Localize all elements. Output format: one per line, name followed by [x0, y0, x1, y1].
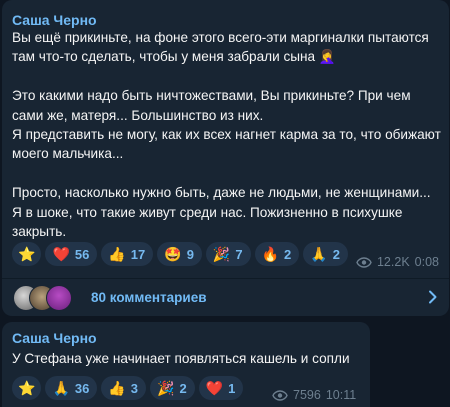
pray-icon: 🙏 — [52, 380, 70, 396]
comments-button[interactable]: 80 комментариев — [2, 279, 449, 316]
thumbs-up-icon: 👍 — [108, 380, 126, 396]
reaction-party[interactable]: 🎉 7 — [205, 242, 251, 266]
views-count: 7596 — [293, 388, 321, 402]
reaction-count: 2 — [179, 380, 187, 396]
chevron-right-icon — [428, 290, 437, 309]
eye-icon — [272, 389, 288, 401]
reaction-count: 7 — [235, 246, 243, 262]
fire-icon: 🔥 — [261, 246, 280, 262]
thumbs-up-icon: 👍 — [108, 246, 126, 262]
star-struck-icon: 🤩 — [164, 246, 182, 262]
message-text: Вы ещё прикиньте, на фоне этого всего-эт… — [12, 30, 441, 240]
views-count: 12.2K — [376, 255, 410, 269]
message-meta: 7596 10:11 — [272, 388, 440, 402]
reaction-party[interactable]: 🎉 2 — [150, 376, 195, 400]
reaction-count: 2 — [284, 246, 292, 262]
eye-icon — [356, 256, 372, 268]
reaction-pray[interactable]: 🙏 36 — [45, 376, 98, 400]
reactions-row: ⭐ 🙏 36 👍 3 🎉 2 ❤️ 1 — [12, 376, 244, 400]
heart-icon: ❤️ — [205, 380, 224, 396]
message-time: 0:08 — [414, 255, 439, 269]
message-text: У Стефана уже начинает появляться кашель… — [12, 351, 350, 366]
reaction-count: 17 — [130, 246, 146, 262]
reaction-star[interactable]: ⭐ — [12, 242, 42, 266]
message-time: 10:11 — [325, 388, 357, 402]
reaction-heart[interactable]: ❤️ 1 — [198, 376, 244, 400]
star-icon: ⭐ — [18, 246, 36, 262]
reaction-count: 36 — [74, 380, 90, 396]
reactions-row: ⭐ ❤️ 56 👍 17 🤩 9 🎉 7 🔥 2 🙏 2 — [12, 242, 348, 266]
author-name[interactable]: Саша Черно — [12, 330, 97, 346]
reaction-count: 56 — [74, 246, 90, 262]
reaction-count: 2 — [332, 246, 340, 262]
reaction-fire[interactable]: 🔥 2 — [254, 242, 300, 266]
reaction-pray[interactable]: 🙏 2 — [303, 242, 348, 266]
reaction-star[interactable]: ⭐ — [12, 376, 42, 400]
reaction-count: 3 — [130, 380, 139, 396]
reaction-star-struck[interactable]: 🤩 9 — [157, 242, 202, 266]
comments-label: 80 комментариев — [91, 290, 207, 305]
reaction-count: 9 — [186, 246, 194, 262]
reaction-count: 1 — [228, 380, 236, 396]
reaction-thumbs-up[interactable]: 👍 3 — [101, 376, 147, 400]
avatar — [46, 284, 72, 311]
heart-icon: ❤️ — [52, 246, 70, 262]
party-popper-icon: 🎉 — [157, 380, 175, 396]
reaction-thumbs-up[interactable]: 👍 17 — [101, 242, 154, 266]
author-name[interactable]: Саша Черно — [12, 12, 97, 28]
message-bubble: Саша Черно Вы ещё прикиньте, на фоне это… — [2, 0, 449, 316]
commenter-avatars — [13, 284, 83, 311]
party-popper-icon: 🎉 — [212, 246, 231, 262]
message-meta: 12.2K 0:08 — [356, 255, 439, 269]
pray-icon: 🙏 — [310, 246, 328, 262]
star-icon: ⭐ — [18, 380, 36, 396]
reaction-heart[interactable]: ❤️ 56 — [45, 242, 98, 266]
